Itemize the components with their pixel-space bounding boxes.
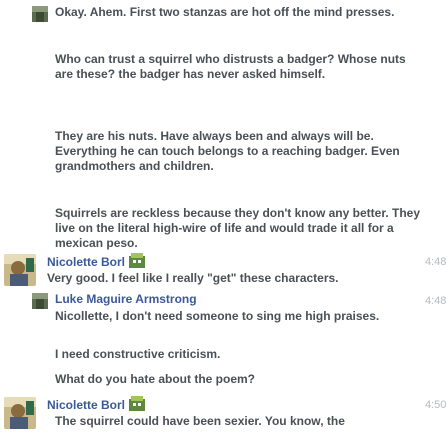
avatar[interactable] <box>4 254 36 286</box>
message-line: I need constructive criticism. <box>55 347 221 361</box>
message-line: Okay. Ahem. First two stanzas are hot of… <box>55 5 395 19</box>
message-header: Nicolette Borl <box>47 396 146 413</box>
sticker-icon <box>128 396 146 412</box>
message-line: What do you hate about the poem? <box>55 372 255 386</box>
message-line: They are his nuts. Have always been and … <box>55 129 400 173</box>
small-avatar[interactable] <box>32 293 48 309</box>
message-line: Who can trust a squirrel who distrusts a… <box>55 52 406 81</box>
avatar[interactable] <box>4 397 36 429</box>
message-line: Very good. I feel like I really "get" th… <box>47 271 339 285</box>
message-header: Luke Maguire Armstrong <box>55 292 197 307</box>
sender-name[interactable]: Luke Maguire Armstrong <box>55 292 197 306</box>
sticker-icon <box>128 253 146 269</box>
timestamp: 4:48 <box>425 256 447 268</box>
timestamp: 4:50 <box>425 399 447 411</box>
sender-name[interactable]: Nicolette Borl <box>47 255 125 269</box>
message-line: The squirrel could have been sexier. You… <box>55 414 345 428</box>
sender-name[interactable]: Nicolette Borl <box>47 398 125 412</box>
message-line: Squirrels are reckless because they don'… <box>55 206 420 250</box>
message-line: Nicollette, I don't need someone to sing… <box>55 309 380 323</box>
message-header: Nicolette Borl <box>47 253 146 270</box>
small-avatar[interactable] <box>32 6 48 22</box>
timestamp: 4:48 <box>425 295 447 307</box>
